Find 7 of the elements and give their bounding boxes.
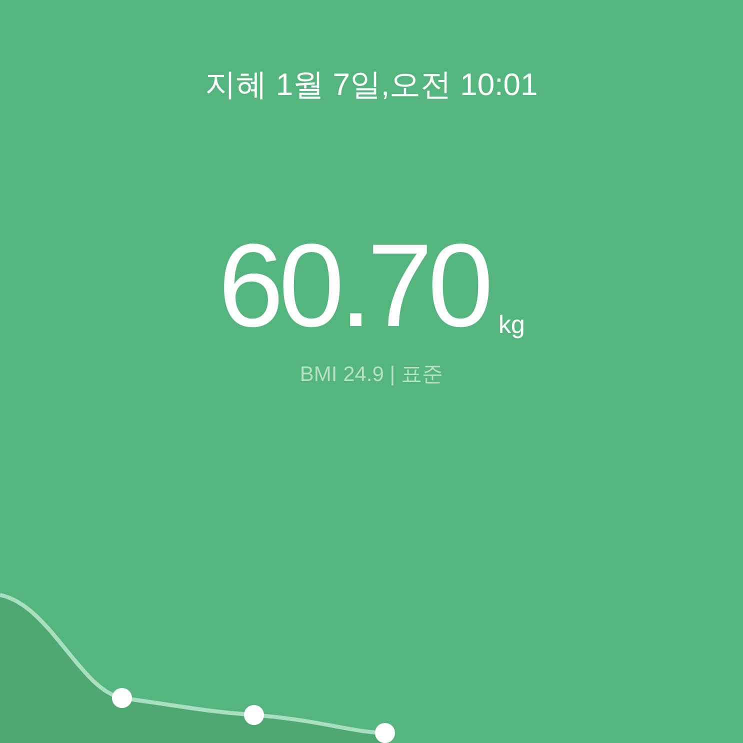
bmi-status: BMI 24.9 | 표준 [300,362,444,388]
data-point [112,688,132,708]
weight-value: 60.70 [218,226,488,344]
weight-unit: kg [498,310,525,341]
date-time-title: 지혜 1월 7일,오전 10:01 [205,66,538,104]
data-point [375,723,395,743]
data-point [244,705,264,725]
